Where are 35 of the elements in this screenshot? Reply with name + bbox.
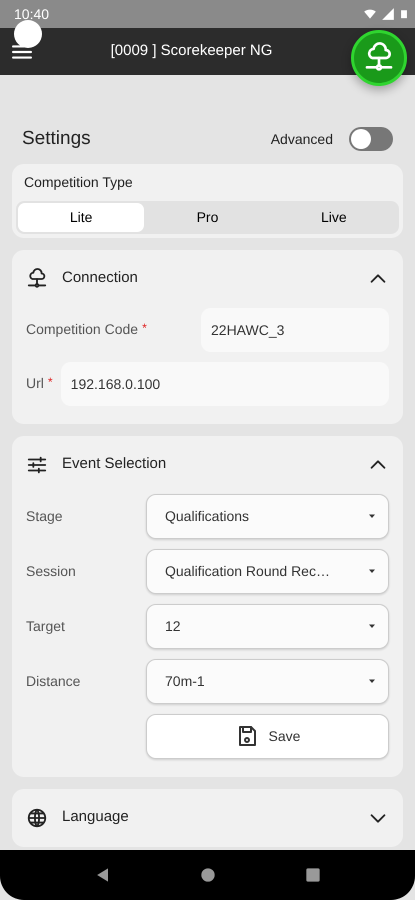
- globe-icon: [26, 806, 48, 828]
- competition-type-label: Competition Type: [23, 172, 134, 192]
- signal-icon: [381, 7, 395, 21]
- app-title: [0009 ] Scorekeeper NG: [110, 41, 274, 62]
- field-label: Url: [26, 374, 44, 393]
- menu-icon: [12, 44, 32, 58]
- status-time: 10:40: [14, 4, 50, 24]
- input-field[interactable]: 192.168.0.100: [60, 362, 389, 406]
- competition-type-tab[interactable]: Lite: [18, 202, 144, 232]
- dropdown-field[interactable]: Qualification Round Rec…: [146, 548, 389, 594]
- wifi-icon: [363, 7, 377, 21]
- connection-button[interactable]: [351, 30, 407, 86]
- field-label: Stage: [26, 506, 63, 526]
- touch-indicator: [14, 20, 42, 48]
- page-title: Settings: [22, 127, 91, 151]
- section-header[interactable]: Event Selection: [12, 436, 403, 494]
- section-header[interactable]: Connection: [12, 250, 403, 308]
- advanced-toggle[interactable]: [349, 127, 393, 152]
- field-label: Competition Code: [26, 320, 138, 339]
- cloud-network-icon: [26, 268, 48, 290]
- advanced-label: Advanced: [270, 130, 333, 149]
- menu-button[interactable]: [12, 44, 32, 58]
- dropdown-field[interactable]: Qualifications: [146, 494, 389, 538]
- dropdown-field[interactable]: 12: [146, 604, 389, 648]
- save-button[interactable]: Save: [146, 714, 389, 758]
- field-label: Target: [26, 616, 65, 636]
- competition-type-tab[interactable]: Live: [270, 202, 397, 232]
- dropdown-field[interactable]: 70m-1: [146, 658, 389, 704]
- competition-type-tab[interactable]: Pro: [144, 202, 271, 232]
- field-label: Session: [26, 562, 76, 580]
- section-header[interactable]: Language: [12, 788, 403, 846]
- required-marker: *: [48, 374, 53, 391]
- input-field[interactable]: 22HAWC_3: [201, 308, 389, 352]
- required-marker: *: [142, 320, 147, 337]
- field-label: Distance: [26, 672, 80, 690]
